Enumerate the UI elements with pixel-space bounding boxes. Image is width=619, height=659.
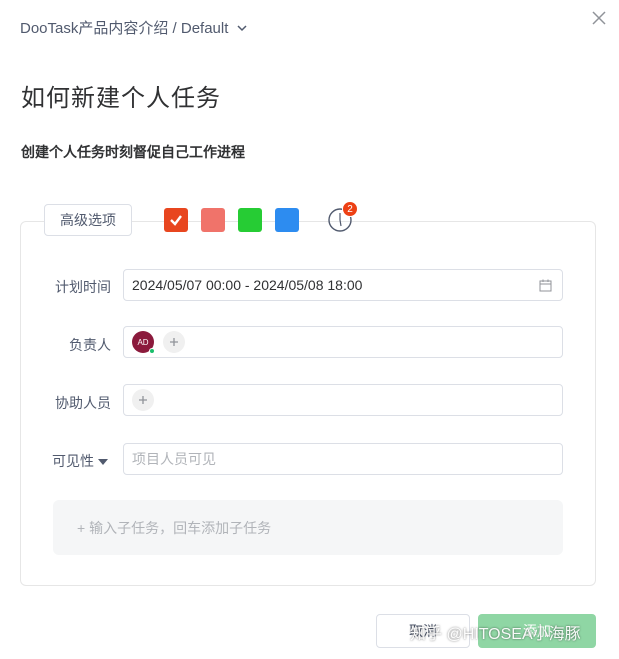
plan-time-field[interactable]: 2024/05/07 00:00 - 2024/05/08 18:00 bbox=[123, 269, 563, 301]
online-status-dot bbox=[149, 348, 155, 354]
color-swatch-orange[interactable] bbox=[164, 208, 188, 232]
cancel-button[interactable]: 取消 bbox=[376, 614, 470, 648]
owner-field[interactable]: AD bbox=[123, 326, 563, 358]
owner-label: 负责人 bbox=[69, 337, 111, 353]
add-owner-button[interactable] bbox=[163, 331, 185, 353]
visibility-field[interactable]: 项目人员可见 bbox=[123, 443, 563, 475]
advanced-options-button[interactable]: 高级选项 bbox=[44, 204, 132, 236]
submit-button[interactable]: 添加 bbox=[478, 614, 596, 648]
color-swatch-blue[interactable] bbox=[275, 208, 299, 232]
plus-icon bbox=[170, 338, 178, 346]
subtask-placeholder: + 输入子任务，回车添加子任务 bbox=[77, 519, 272, 536]
color-swatch-green[interactable] bbox=[238, 208, 262, 232]
plan-time-label: 计划时间 bbox=[55, 279, 111, 295]
timer-count-badge: 2 bbox=[342, 201, 358, 217]
calendar-icon[interactable] bbox=[539, 279, 552, 292]
add-assistant-button[interactable] bbox=[132, 389, 154, 411]
plus-icon bbox=[139, 396, 147, 404]
color-swatch-salmon[interactable] bbox=[201, 208, 225, 232]
avatar-initials: AD bbox=[137, 337, 149, 347]
close-icon[interactable] bbox=[590, 9, 608, 27]
plan-time-value: 2024/05/07 00:00 - 2024/05/08 18:00 bbox=[132, 277, 363, 293]
task-title[interactable]: 如何新建个人任务 bbox=[21, 78, 221, 113]
subtask-input[interactable]: + 输入子任务，回车添加子任务 bbox=[53, 500, 563, 555]
assistant-label: 协助人员 bbox=[55, 395, 111, 411]
task-description[interactable]: 创建个人任务时刻督促自己工作进程 bbox=[21, 142, 245, 162]
visibility-placeholder: 项目人员可见 bbox=[132, 451, 216, 467]
visibility-label-text: 可见性 bbox=[52, 453, 94, 469]
breadcrumb-text[interactable]: DooTask产品内容介绍 / Default bbox=[20, 17, 228, 38]
chevron-down-icon[interactable] bbox=[236, 22, 248, 34]
avatar[interactable]: AD bbox=[132, 331, 155, 354]
check-icon bbox=[170, 215, 182, 226]
caret-down-icon[interactable] bbox=[98, 459, 108, 466]
breadcrumb[interactable]: DooTask产品内容介绍 / Default bbox=[20, 17, 248, 38]
visibility-label[interactable]: 可见性 bbox=[52, 451, 112, 471]
assistant-field[interactable] bbox=[123, 384, 563, 416]
